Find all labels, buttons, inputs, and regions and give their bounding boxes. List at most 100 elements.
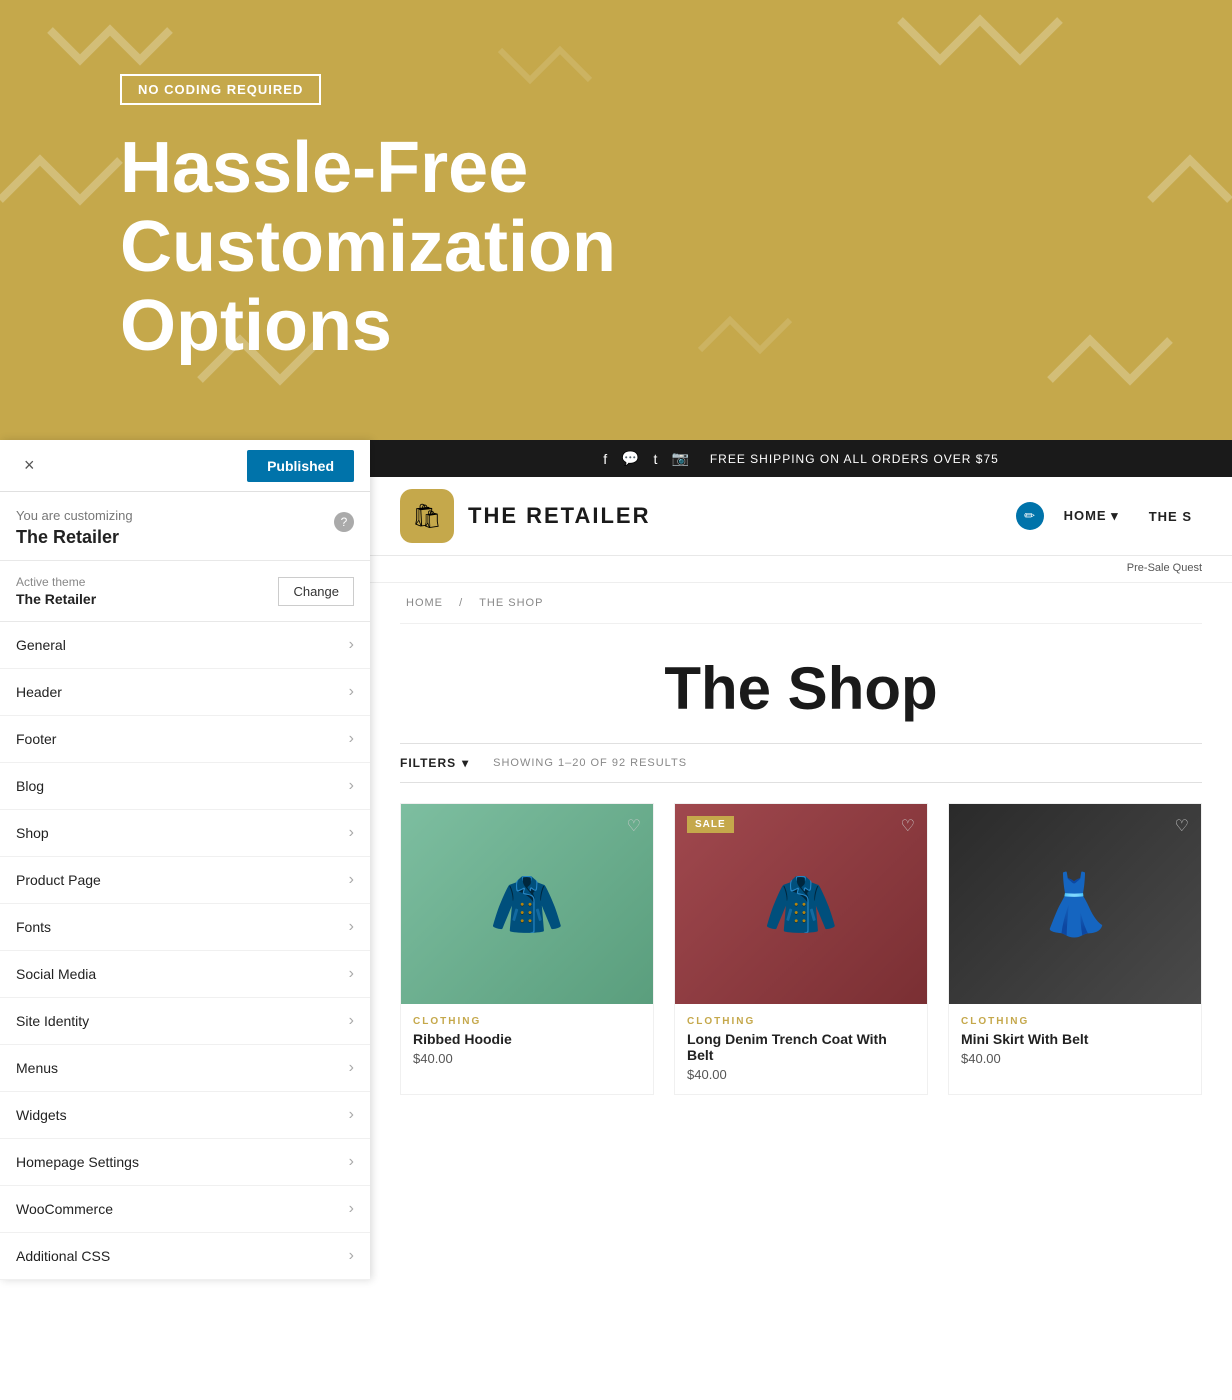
menu-item-fonts[interactable]: Fonts › [0,904,370,951]
product-name: Ribbed Hoodie [413,1031,641,1047]
wishlist-button[interactable]: ♡ [1175,816,1189,836]
chevron-right-icon: › [349,777,354,795]
product-figure: 🧥 [401,804,653,1004]
active-theme-section: Active theme The Retailer Change [0,561,370,622]
menu-item-label: Menus [16,1060,58,1076]
active-theme-label: Active theme [16,575,96,589]
menu-item-label: Shop [16,825,49,841]
menu-item-site-identity[interactable]: Site Identity › [0,998,370,1045]
chevron-right-icon: › [349,636,354,654]
chevron-right-icon: › [349,1247,354,1265]
active-theme-name: The Retailer [16,591,96,607]
preview-panel: f 💬 t 📷 FREE SHIPPING ON ALL ORDERS OVER… [370,440,1232,1280]
sale-badge: SALE [687,816,734,833]
product-info: CLOTHING Mini Skirt With Belt $40.00 [949,1004,1201,1078]
menu-item-label: WooCommerce [16,1201,113,1217]
product-price: $40.00 [413,1051,641,1066]
menu-item-label: General [16,637,66,653]
product-image: 👗 [949,804,1201,1004]
help-icon[interactable]: ? [334,512,354,532]
customizer-close-button[interactable]: × [16,451,43,480]
chevron-right-icon: › [349,918,354,936]
product-figure: 🧥 [675,804,927,1004]
product-category: CLOTHING [687,1016,915,1027]
product-category: CLOTHING [961,1016,1189,1027]
chevron-down-icon: ▾ [462,756,469,770]
pre-sale-bar: Pre-Sale Quest [370,556,1232,583]
menu-item-label: Homepage Settings [16,1154,139,1170]
customizer-menu: General › Header › Footer › Blog › Shop … [0,622,370,1280]
facebook-icon[interactable]: f [603,451,607,467]
breadcrumb-separator: / [459,597,463,609]
menu-item-label: Additional CSS [16,1248,110,1264]
chevron-right-icon: › [349,1012,354,1030]
menu-item-menus[interactable]: Menus › [0,1045,370,1092]
menu-item-label: Footer [16,731,56,747]
main-area: × Published You are customizing The Reta… [0,440,1232,1280]
product-card: 👗 ♡ CLOTHING Mini Skirt With Belt $40.00 [948,803,1202,1095]
shop-title: The Shop [400,624,1202,743]
menu-item-widgets[interactable]: Widgets › [0,1092,370,1139]
site-header: 🛍 THE RETAILER ✏ HOME ▾ THE S [370,477,1232,556]
menu-item-additional-css[interactable]: Additional CSS › [0,1233,370,1280]
menu-item-label: Widgets [16,1107,67,1123]
product-image: 🧥 [675,804,927,1004]
nav-shop[interactable]: THE S [1139,503,1202,530]
menu-item-label: Blog [16,778,44,794]
customizer-header: × Published [0,440,370,492]
customizing-section: You are customizing The Retailer ? [0,492,370,561]
menu-item-label: Site Identity [16,1013,89,1029]
published-button[interactable]: Published [247,450,354,482]
menu-item-blog[interactable]: Blog › [0,763,370,810]
breadcrumb: HOME / THE SHOP [400,583,1202,624]
menu-item-label: Header [16,684,62,700]
logo-icon: 🛍 [400,489,454,543]
top-bar: f 💬 t 📷 FREE SHIPPING ON ALL ORDERS OVER… [370,440,1232,477]
nav-home[interactable]: HOME ▾ [1054,502,1129,530]
customizing-label: You are customizing [16,508,133,523]
logo-area: 🛍 THE RETAILER [400,489,650,543]
chevron-right-icon: › [349,1153,354,1171]
nav-area: ✏ HOME ▾ THE S [1016,502,1202,530]
messenger-icon[interactable]: 💬 [622,450,640,467]
menu-item-label: Product Page [16,872,101,888]
menu-item-social-media[interactable]: Social Media › [0,951,370,998]
wishlist-button[interactable]: ♡ [901,816,915,836]
product-figure: 👗 [949,804,1201,1004]
menu-item-product-page[interactable]: Product Page › [0,857,370,904]
menu-item-label: Fonts [16,919,51,935]
product-price: $40.00 [961,1051,1189,1066]
menu-item-label: Social Media [16,966,96,982]
product-price: $40.00 [687,1067,915,1082]
menu-item-homepage-settings[interactable]: Homepage Settings › [0,1139,370,1186]
change-theme-button[interactable]: Change [278,577,354,606]
product-card: 🧥 ♡ CLOTHING Ribbed Hoodie $40.00 [400,803,654,1095]
products-grid: 🧥 ♡ CLOTHING Ribbed Hoodie $40.00 🧥 SALE [400,803,1202,1095]
menu-item-general[interactable]: General › [0,622,370,669]
wishlist-button[interactable]: ♡ [627,816,641,836]
twitter-icon[interactable]: t [654,451,658,467]
results-count: SHOWING 1–20 OF 92 RESULTS [493,757,687,769]
chevron-right-icon: › [349,683,354,701]
shop-filters: FILTERS ▾ SHOWING 1–20 OF 92 RESULTS [400,743,1202,783]
product-info: CLOTHING Ribbed Hoodie $40.00 [401,1004,653,1078]
menu-item-header[interactable]: Header › [0,669,370,716]
hero-section: NO CODING REQUIRED Hassle-Free Customiza… [0,0,1232,440]
menu-item-footer[interactable]: Footer › [0,716,370,763]
breadcrumb-home[interactable]: HOME [406,597,443,609]
product-info: CLOTHING Long Denim Trench Coat With Bel… [675,1004,927,1094]
product-image: 🧥 [401,804,653,1004]
product-name: Mini Skirt With Belt [961,1031,1189,1047]
menu-item-shop[interactable]: Shop › [0,810,370,857]
shipping-text: FREE SHIPPING ON ALL ORDERS OVER $75 [710,452,999,466]
customizer-sidebar: × Published You are customizing The Reta… [0,440,370,1280]
menu-item-woocommerce[interactable]: WooCommerce › [0,1186,370,1233]
social-icons: f 💬 t 📷 [603,450,690,467]
breadcrumb-current: THE SHOP [479,597,543,609]
chevron-right-icon: › [349,824,354,842]
instagram-icon[interactable]: 📷 [672,450,690,467]
chevron-right-icon: › [349,1200,354,1218]
pre-sale-link[interactable]: Pre-Sale Quest [1127,562,1202,574]
customize-icon[interactable]: ✏ [1016,502,1044,530]
filters-button[interactable]: FILTERS ▾ [400,756,469,770]
